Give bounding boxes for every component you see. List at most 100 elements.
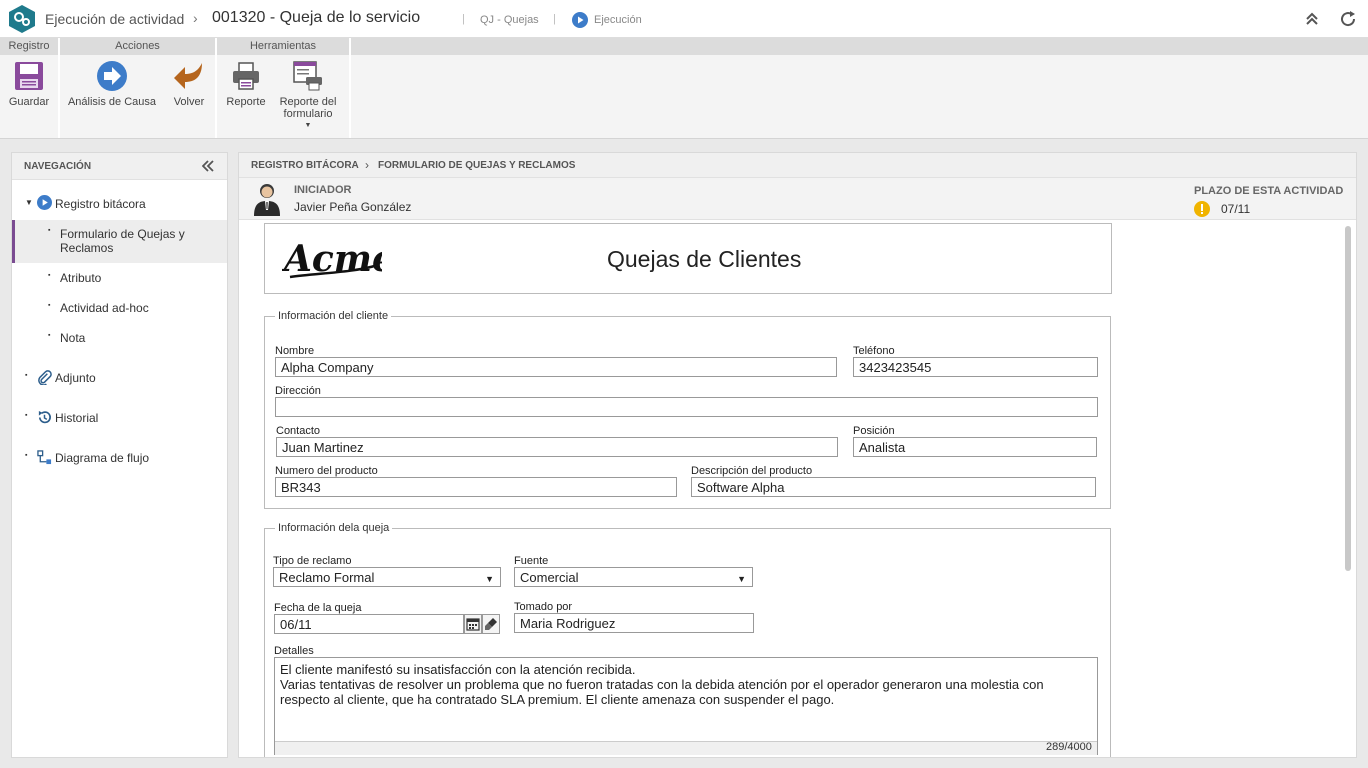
chevron-right-icon: › [193, 10, 198, 26]
form-report-button[interactable]: Reporte del formulario ▼ [277, 60, 339, 130]
breadcrumb-item[interactable]: REGISTRO BITÁCORA [251, 160, 359, 171]
contact-field[interactable]: Juan Martinez [276, 437, 838, 457]
char-counter: 289/4000 [1046, 741, 1092, 753]
complaint-info-section: Información dela queja Tipo de reclamo R… [264, 522, 1111, 757]
navigation-header: NAVEGACIÓN [12, 153, 227, 180]
nav-item-label: Historial [55, 411, 99, 425]
scrollbar[interactable] [1345, 226, 1351, 571]
play-icon [572, 12, 588, 28]
double-chevron-left-icon[interactable] [202, 160, 214, 172]
nav-item-historial[interactable]: ▪ Historial [12, 408, 227, 428]
save-label: Guardar [8, 96, 50, 108]
breadcrumb-item: FORMULARIO DE QUEJAS Y RECLAMOS [378, 160, 576, 171]
title-bar: Ejecución de actividad › 001320 - Queja … [0, 0, 1368, 38]
refresh-icon[interactable] [1339, 10, 1357, 28]
warning-icon [1194, 201, 1210, 217]
complaint-type-select[interactable]: Reclamo Formal ▼ [273, 567, 501, 587]
flowchart-icon [37, 450, 52, 465]
phone-label: Teléfono [853, 345, 895, 357]
details-text-line: El cliente manifestó su insatisfacción c… [280, 662, 636, 677]
complaint-type-value: Reclamo Formal [279, 570, 375, 585]
name-field[interactable]: Alpha Company [275, 357, 837, 377]
divider: | [553, 13, 556, 25]
history-clock-icon [38, 410, 51, 424]
nav-item-label: Adjunto [55, 371, 96, 385]
expand-caret-icon[interactable]: ▼ [25, 198, 33, 207]
product-description-label: Descripción del producto [691, 465, 813, 477]
nav-item-diagrama-flujo[interactable]: ▪ Diagrama de flujo [12, 448, 227, 468]
dropdown-caret-icon[interactable]: ▼ [277, 122, 339, 130]
product-number-field[interactable]: BR343 [275, 477, 677, 497]
bullet: ▪ [25, 412, 28, 419]
section-legend: Información del cliente [275, 310, 392, 322]
product-number-label: Numero del producto [275, 465, 378, 477]
cause-analysis-button[interactable]: Análisis de Causa [64, 60, 160, 108]
deadline-value: 07/11 [1221, 202, 1251, 216]
dropdown-arrow-icon: ▼ [737, 574, 746, 584]
ribbon-divider [215, 38, 217, 138]
bullet: ▪ [25, 452, 28, 459]
address-field[interactable] [275, 397, 1098, 417]
form-header: Acme Quejas de Clientes [264, 223, 1112, 294]
ribbon-group-acciones: Acciones [60, 38, 215, 55]
ribbon-header-fill [351, 38, 1368, 55]
product-description-field[interactable]: Software Alpha [691, 477, 1096, 497]
client-info-section: Información del cliente Nombre Alpha Com… [264, 310, 1111, 509]
calendar-button[interactable] [464, 614, 482, 634]
form-title: Quejas de Clientes [607, 246, 802, 272]
back-button[interactable]: Volver [168, 60, 210, 108]
navigation-panel: NAVEGACIÓN ▼ Registro bitácora ▪ Formula… [11, 152, 228, 758]
nav-item-adjunto[interactable]: ▪ Adjunto [12, 368, 227, 388]
bullet: ▪ [48, 227, 51, 234]
activity-info-bar: INICIADOR Javier Peña González PLAZO DE … [239, 178, 1356, 220]
section-legend: Información dela queja [275, 522, 393, 534]
initiator-label: INICIADOR [294, 184, 352, 196]
nav-item-actividad-adhoc[interactable]: ▪ Actividad ad-hoc [12, 298, 227, 318]
dropdown-arrow-icon: ▼ [485, 574, 494, 584]
taken-by-field[interactable]: Maria Rodriguez [514, 613, 754, 633]
ribbon-toolbar: Registro Acciones Herramientas Guardar A… [0, 38, 1368, 139]
nav-item-atributo[interactable]: ▪ Atributo [12, 268, 227, 288]
initiator-name: Javier Peña González [294, 200, 412, 214]
chevron-right-icon: › [365, 158, 369, 172]
position-field[interactable]: Analista [853, 437, 1097, 457]
clear-date-button[interactable] [482, 614, 500, 634]
ribbon-divider [349, 38, 351, 138]
content-panel: REGISTRO BITÁCORA › FORMULARIO DE QUEJAS… [238, 152, 1357, 758]
ribbon-group-registro: Registro [0, 38, 58, 55]
ribbon-group-herramientas: Herramientas [217, 38, 349, 55]
nav-item-label: Formulario de Quejas y [60, 227, 185, 241]
user-avatar-icon [254, 184, 280, 216]
complaint-date-field[interactable]: 06/11 [274, 614, 464, 634]
form-printer-icon [293, 61, 322, 91]
complaint-type-label: Tipo de reclamo [273, 555, 352, 567]
double-chevron-up-icon[interactable] [1304, 11, 1320, 27]
nav-item-formulario-quejas[interactable]: ▪ Formulario de Quejas y Reclamos [12, 220, 227, 263]
nav-item-label: Atributo [60, 271, 102, 285]
nav-item-label: Diagrama de flujo [55, 451, 150, 465]
back-label: Volver [173, 96, 205, 108]
nav-item-nota[interactable]: ▪ Nota [12, 328, 227, 348]
app-logo-icon[interactable] [8, 4, 36, 34]
acme-logo: Acme [282, 238, 382, 280]
taken-by-label: Tomado por [514, 601, 573, 613]
page-title: Ejecución de actividad [45, 11, 185, 27]
name-label: Nombre [275, 345, 315, 357]
deadline-label: PLAZO DE ESTA ACTIVIDAD [1194, 185, 1344, 197]
bullet: ▪ [48, 302, 51, 309]
save-button[interactable]: Guardar [6, 60, 52, 108]
complaint-date-label: Fecha de la queja [274, 602, 362, 614]
nav-item-label: Nota [60, 331, 86, 345]
nav-item-registro-bitacora[interactable]: ▼ Registro bitácora [12, 193, 227, 215]
record-title: 001320 - Queja de lo servicio [212, 9, 421, 26]
floppy-disk-icon [15, 62, 43, 90]
paperclip-icon [38, 370, 52, 385]
form-report-label-line1: Reporte del [279, 96, 337, 108]
cause-analysis-label: Análisis de Causa [67, 96, 157, 108]
nav-item-label: Actividad ad-hoc [60, 301, 149, 315]
report-button[interactable]: Reporte [224, 60, 268, 108]
contact-label: Contacto [276, 425, 321, 437]
return-arrow-icon [174, 63, 202, 89]
source-select[interactable]: Comercial ▼ [514, 567, 753, 587]
phone-field[interactable]: 3423423545 [853, 357, 1098, 377]
